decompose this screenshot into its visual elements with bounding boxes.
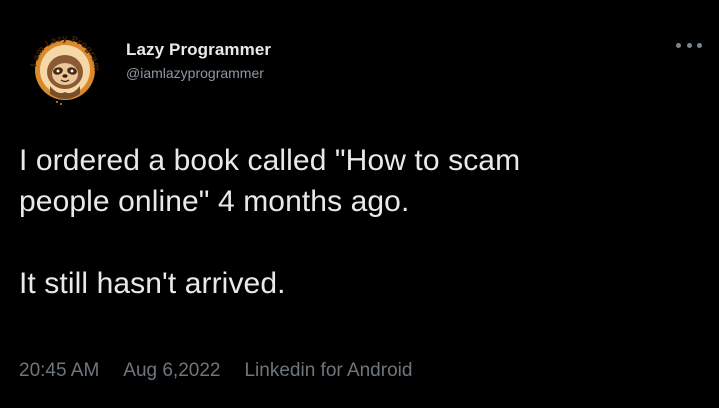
tweet-text: I ordered a book called "How to scam peo… [19, 140, 699, 304]
author-display-name[interactable]: Lazy Programmer [126, 40, 271, 60]
sloth-avatar-icon: I am Lazy Programmer [28, 26, 101, 105]
tweet-text-line: I ordered a book called "How to scam [19, 144, 521, 177]
tweet-header: I am Lazy Programmer Lazy Program [28, 24, 271, 108]
more-options-icon[interactable] [676, 38, 702, 52]
tweet-time[interactable]: 20:45 AM [19, 360, 99, 382]
tweet-source[interactable]: Linkedin for Android [244, 360, 412, 382]
more-dot [697, 42, 702, 48]
author-handle[interactable]: @iamlazyprogrammer [126, 65, 271, 81]
tweet-meta: 20:45 AM Aug 6,2022 Linkedin for Android [19, 360, 412, 382]
tweet-date[interactable]: Aug 6,2022 [123, 360, 220, 382]
more-dot [676, 42, 681, 48]
author-names: Lazy Programmer @iamlazyprogrammer [126, 40, 271, 81]
tweet-card: I am Lazy Programmer Lazy Program [0, 0, 719, 408]
more-dot [686, 42, 692, 48]
tweet-text-line: people online" 4 months ago. [19, 185, 410, 218]
avatar[interactable]: I am Lazy Programmer [28, 26, 102, 106]
tweet-text-followup: It still hasn't arrived. [19, 267, 286, 300]
